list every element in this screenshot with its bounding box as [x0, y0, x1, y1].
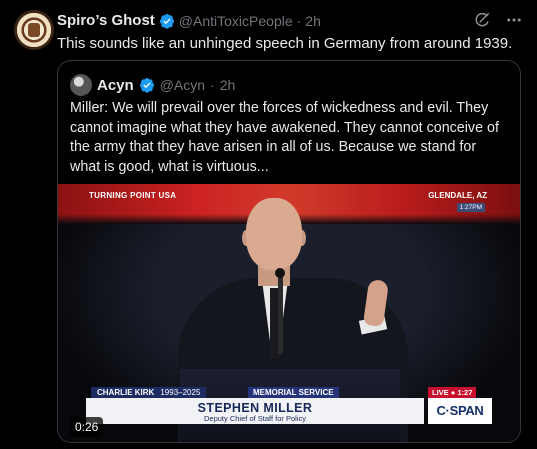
verified-badge-icon — [159, 13, 174, 29]
tweet-header: Spiro’s Ghost @AntiToxicPeople · 2h — [57, 12, 321, 29]
avatar[interactable] — [14, 10, 54, 50]
memorial-years: 1993–2025 — [160, 388, 201, 397]
stage-label: TURNING POINT USA — [89, 191, 177, 200]
speaker-title: Deputy Chief of Staff for Policy — [204, 414, 306, 423]
separator-dot: · — [296, 12, 302, 29]
location-label: GLENDALE, AZ — [428, 191, 487, 200]
verified-badge-icon — [139, 78, 154, 93]
clock-suffix: PM — [472, 204, 482, 211]
quoted-timestamp[interactable]: 2h — [220, 77, 236, 93]
memorial-bar: CHARLIE KIRK 1993–2025 — [91, 387, 207, 398]
network-logo: C·SPAN — [428, 398, 492, 424]
quoted-tweet-text: Miller: We will prevail over the forces … — [70, 100, 499, 175]
timestamp[interactable]: 2h — [305, 13, 321, 29]
live-label: LIVE — [432, 388, 449, 397]
live-time: 1:27 — [457, 388, 473, 397]
live-badge: LIVE ● 1:27 — [428, 387, 477, 398]
grok-icon[interactable] — [473, 11, 491, 29]
speaker-head — [246, 198, 302, 270]
clock-time: 1:27 — [459, 204, 473, 211]
name-plate: STEPHEN MILLER Deputy Chief of Staff for… — [86, 398, 424, 424]
quoted-tweet[interactable]: Acyn @Acyn · 2h Miller: We will prevail … — [57, 60, 521, 443]
quoted-author-name[interactable]: Acyn — [97, 77, 134, 94]
author-name[interactable]: Spiro’s Ghost — [57, 12, 155, 29]
video-player[interactable]: TURNING POINT USA GLENDALE, AZ 1:27PM CH… — [58, 184, 520, 442]
clock-badge: 1:27PM — [456, 203, 485, 212]
microphone — [275, 268, 285, 354]
quoted-avatar[interactable] — [70, 74, 92, 96]
tweet-text: This sounds like an unhinged speech in G… — [57, 35, 513, 52]
author-handle[interactable]: @AntiToxicPeople — [179, 13, 293, 29]
event-label: MEMORIAL SERVICE — [248, 387, 339, 398]
quoted-author-handle[interactable]: @Acyn — [160, 77, 205, 93]
separator-dot: · — [210, 77, 215, 93]
memorial-name: CHARLIE KIRK — [97, 388, 155, 397]
more-icon[interactable] — [505, 11, 523, 29]
quoted-tweet-header: Acyn @Acyn · 2h — [70, 74, 235, 96]
speaker-name: STEPHEN MILLER — [197, 401, 313, 415]
lower-third: CHARLIE KIRK 1993–2025 MEMORIAL SERVICE … — [83, 387, 498, 427]
video-duration: 0:26 — [70, 417, 104, 437]
tweet-actions — [473, 11, 523, 29]
